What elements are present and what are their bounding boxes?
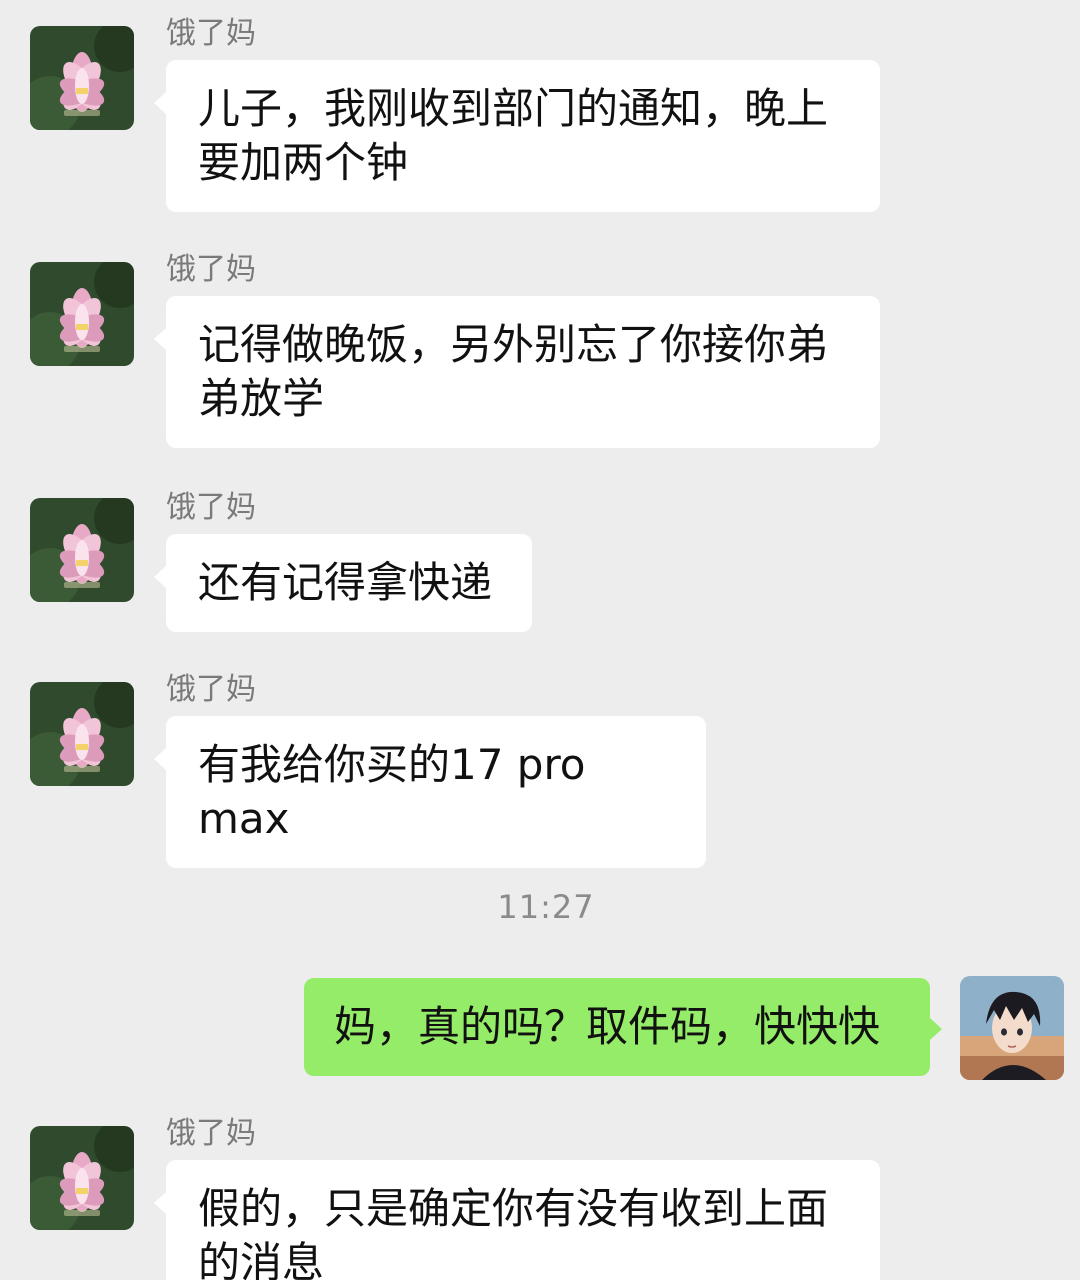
my-message-bubble[interactable]: 妈，真的吗？取件码，快快快 (304, 978, 930, 1076)
bubble-tail (930, 1018, 942, 1040)
lotus-avatar-icon (30, 262, 134, 366)
sender-name: 饿了妈 (166, 1116, 256, 1151)
message-bubble[interactable]: 有我给你买的17 pro max (166, 716, 706, 868)
lotus-avatar-icon (30, 682, 134, 786)
sender-name: 饿了妈 (166, 252, 256, 287)
bubble-tail (154, 566, 166, 588)
contact-avatar[interactable] (30, 26, 134, 130)
lotus-avatar-icon (30, 498, 134, 602)
contact-avatar[interactable] (30, 1126, 134, 1230)
sender-name: 饿了妈 (166, 490, 256, 525)
chat-timestamp: 11:27 (497, 888, 595, 926)
sender-name: 饿了妈 (166, 16, 256, 51)
bubble-tail (154, 92, 166, 114)
message-bubble[interactable]: 还有记得拿快递 (166, 534, 532, 632)
contact-avatar[interactable] (30, 498, 134, 602)
lotus-avatar-icon (30, 1126, 134, 1230)
bubble-tail (154, 1192, 166, 1214)
contact-avatar[interactable] (30, 682, 134, 786)
message-bubble[interactable]: 记得做晚饭，另外别忘了你接你弟弟放学 (166, 296, 880, 448)
message-bubble[interactable]: 假的，只是确定你有没有收到上面的消息 (166, 1160, 880, 1280)
anime-boy-avatar-icon (960, 976, 1064, 1080)
bubble-tail (154, 748, 166, 770)
my-avatar[interactable] (960, 976, 1064, 1080)
sender-name: 饿了妈 (166, 672, 256, 707)
contact-avatar[interactable] (30, 262, 134, 366)
bubble-tail (154, 328, 166, 350)
message-bubble[interactable]: 儿子，我刚收到部门的通知，晚上要加两个钟 (166, 60, 880, 212)
lotus-avatar-icon (30, 26, 134, 130)
